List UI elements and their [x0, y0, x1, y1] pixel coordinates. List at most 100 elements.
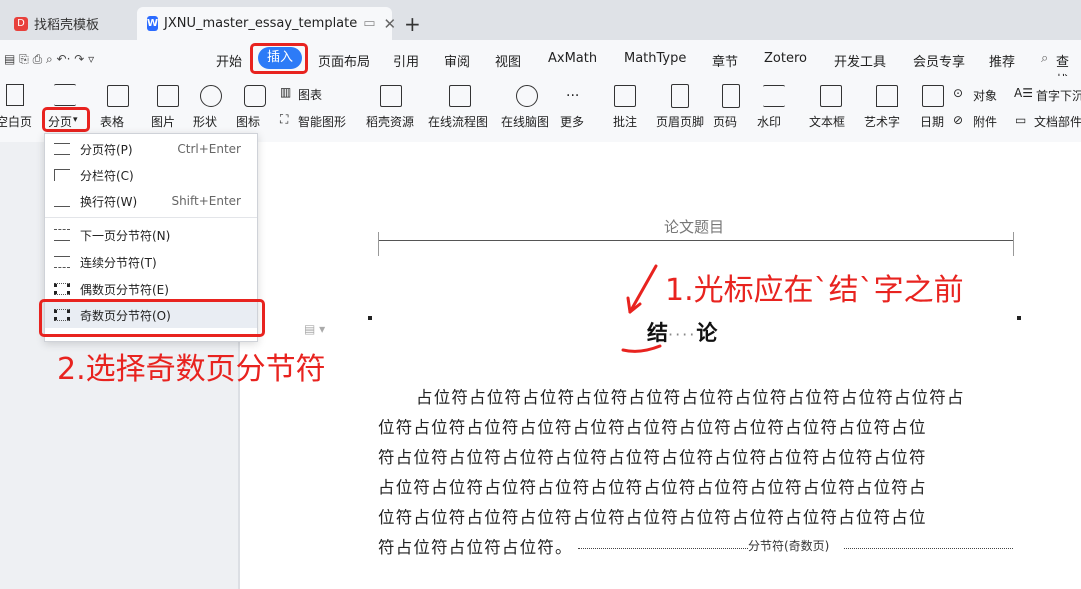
page-number-icon[interactable] — [722, 84, 740, 108]
menu-item-page-break[interactable]: 分页符(P) Ctrl+Enter — [45, 136, 257, 162]
header-footer-icon[interactable] — [671, 84, 689, 108]
header-rule — [378, 240, 1013, 241]
menu-mathtype[interactable]: MathType — [624, 51, 686, 66]
menu-member[interactable]: 会员专享 — [913, 51, 965, 70]
mindmap-label[interactable]: 在线脑图 — [501, 113, 549, 130]
smart-art-label[interactable]: 智能图形 — [298, 113, 346, 130]
watermark-label[interactable]: 水印 — [757, 113, 781, 130]
section-break-line — [578, 548, 748, 549]
window-icon[interactable]: ▭ — [363, 16, 375, 31]
body-line[interactable]: 占位符占位符占位符占位符占位符占位符占位符占位符占位符占位符占 — [378, 384, 965, 408]
menu-item-label: 分栏符(C) — [80, 168, 134, 183]
tab-bar: D 找稻壳模板 W JXNU_master_essay_template ▭ ✕… — [0, 0, 1081, 40]
textbox-label[interactable]: 文本框 — [809, 113, 845, 130]
search-icon[interactable]: ⌕ — [1041, 51, 1048, 66]
tab-document[interactable]: W JXNU_master_essay_template ▭ ✕ — [137, 7, 396, 40]
docparts-icon[interactable]: ▭ — [1015, 113, 1026, 127]
body-line[interactable]: 位符占位符占位符占位符占位符占位符占位符占位符占位符占位符占位 — [378, 504, 927, 528]
highlight-insert — [250, 43, 308, 74]
flowchart-label[interactable]: 在线流程图 — [428, 113, 488, 130]
shape-label[interactable]: 形状 — [193, 113, 217, 130]
picture-label[interactable]: 图片 — [151, 113, 175, 130]
dropcap-icon[interactable]: A☰ — [1014, 86, 1033, 100]
comment-label[interactable]: 批注 — [613, 113, 637, 130]
menu-chapter[interactable]: 章节 — [712, 51, 738, 70]
tab-template-store[interactable]: D 找稻壳模板 — [0, 7, 135, 40]
smart-art-icon[interactable]: ⛶ — [280, 112, 288, 127]
page-number-label[interactable]: 页码 — [713, 113, 737, 130]
icon-label[interactable]: 图标 — [236, 113, 260, 130]
shortcut-text: Shift+Enter — [171, 194, 241, 208]
menu-item-line-break[interactable]: 换行符(W) Shift+Enter — [45, 188, 257, 214]
date-label[interactable]: 日期 — [920, 113, 944, 130]
section-break-line — [844, 548, 1013, 549]
close-icon[interactable]: ✕ — [384, 15, 397, 33]
object-label[interactable]: 对象 — [973, 87, 997, 104]
body-line[interactable]: 符占位符占位符占位符。 — [378, 534, 573, 558]
annotation-step2: 2.选择奇数页分节符 — [57, 352, 326, 387]
docparts-label[interactable]: 文档部件 — [1034, 113, 1081, 130]
body-line[interactable]: 符占位符占位符占位符占位符占位符占位符占位符占位符占位符占位符 — [378, 444, 927, 468]
resource-label[interactable]: 稻壳资源 — [366, 113, 414, 130]
shortcut-text: Ctrl+Enter — [177, 142, 241, 156]
chart-icon[interactable]: ▥ — [280, 85, 291, 99]
body-line[interactable]: 占位符占位符占位符占位符占位符占位符占位符占位符占位符占位符占 — [378, 474, 927, 498]
annotation-step1: 1.光标应在`结`字之前 — [665, 273, 964, 308]
title-spacing: ···· — [668, 325, 697, 344]
highlight-page-break — [42, 107, 90, 132]
table-label[interactable]: 表格 — [100, 113, 124, 130]
menu-review[interactable]: 审阅 — [444, 51, 470, 70]
menu-layout[interactable]: 页面布局 — [318, 51, 370, 70]
quick-access-icons[interactable]: ▤ ⎘ ⎙ ⌕ ↶· ↷ ▿ — [4, 52, 94, 67]
dropcap-label[interactable]: 首字下沉 — [1036, 87, 1081, 104]
shape-icon[interactable] — [200, 85, 222, 107]
docer-logo-icon: D — [14, 16, 28, 31]
title-char-2[interactable]: 论 — [696, 321, 717, 345]
ribbon-menu: ▤ ⎘ ⎙ ⌕ ↶· ↷ ▿ 开始 插入 页面布局 引用 审阅 视图 AxMat… — [0, 40, 1081, 89]
menu-item-column-break[interactable]: 分栏符(C) — [45, 162, 257, 188]
picture-icon[interactable] — [157, 85, 179, 107]
attachment-label[interactable]: 附件 — [973, 113, 997, 130]
attachment-icon[interactable]: ⊘ — [953, 113, 963, 127]
menu-item-continuous-section[interactable]: 连续分节符(T) — [45, 249, 257, 275]
flowchart-icon[interactable] — [449, 85, 471, 107]
page-break-icon — [54, 143, 70, 155]
comment-icon[interactable] — [614, 85, 636, 107]
chart-label[interactable]: 图表 — [298, 86, 322, 103]
table-icon[interactable] — [107, 85, 129, 107]
resource-icon[interactable] — [380, 85, 402, 107]
paragraph-format-icon[interactable]: ▤ ▾ — [304, 322, 325, 336]
menu-item-next-page-section[interactable]: 下一页分节符(N) — [45, 222, 257, 248]
header-footer-label[interactable]: 页眉页脚 — [656, 113, 704, 130]
page-header-text[interactable]: 论文题目 — [664, 216, 724, 237]
more-label[interactable]: 更多 — [560, 113, 584, 130]
menu-view[interactable]: 视图 — [495, 51, 521, 70]
date-icon[interactable] — [922, 85, 944, 107]
annotation-arrow-icon — [626, 264, 658, 314]
menu-developer[interactable]: 开发工具 — [834, 51, 886, 70]
textbox-icon[interactable] — [820, 85, 842, 107]
section-break-label: 分节符(奇数页) — [748, 539, 830, 553]
blank-page-icon[interactable] — [6, 84, 24, 106]
menu-zotero[interactable]: Zotero — [764, 51, 807, 66]
object-icon[interactable]: ⊙ — [953, 86, 963, 100]
menu-item-label: 下一页分节符(N) — [80, 228, 171, 243]
wordart-icon[interactable] — [876, 85, 898, 107]
icons-icon[interactable] — [244, 85, 266, 107]
mindmap-icon[interactable] — [516, 85, 538, 107]
continuous-section-icon — [54, 256, 70, 268]
menu-axmath[interactable]: AxMath — [548, 51, 597, 66]
tab-label: JXNU_master_essay_template — [164, 16, 358, 31]
menu-item-label: 换行符(W) — [80, 194, 138, 209]
watermark-icon[interactable] — [763, 85, 785, 107]
body-line[interactable]: 位符占位符占位符占位符占位符占位符占位符占位符占位符占位符占位 — [378, 414, 927, 438]
new-tab-button[interactable]: + — [404, 12, 421, 36]
menu-recommend[interactable]: 推荐 — [989, 51, 1015, 70]
more-icon[interactable]: ··· — [566, 88, 579, 104]
blank-page-label[interactable]: 空白页 — [0, 113, 32, 130]
menu-home[interactable]: 开始 — [216, 51, 242, 70]
menu-item-label: 偶数页分节符(E) — [80, 282, 169, 297]
menu-references[interactable]: 引用 — [393, 51, 419, 70]
page-break-icon[interactable] — [54, 84, 76, 106]
wordart-label[interactable]: 艺术字 — [864, 113, 900, 130]
